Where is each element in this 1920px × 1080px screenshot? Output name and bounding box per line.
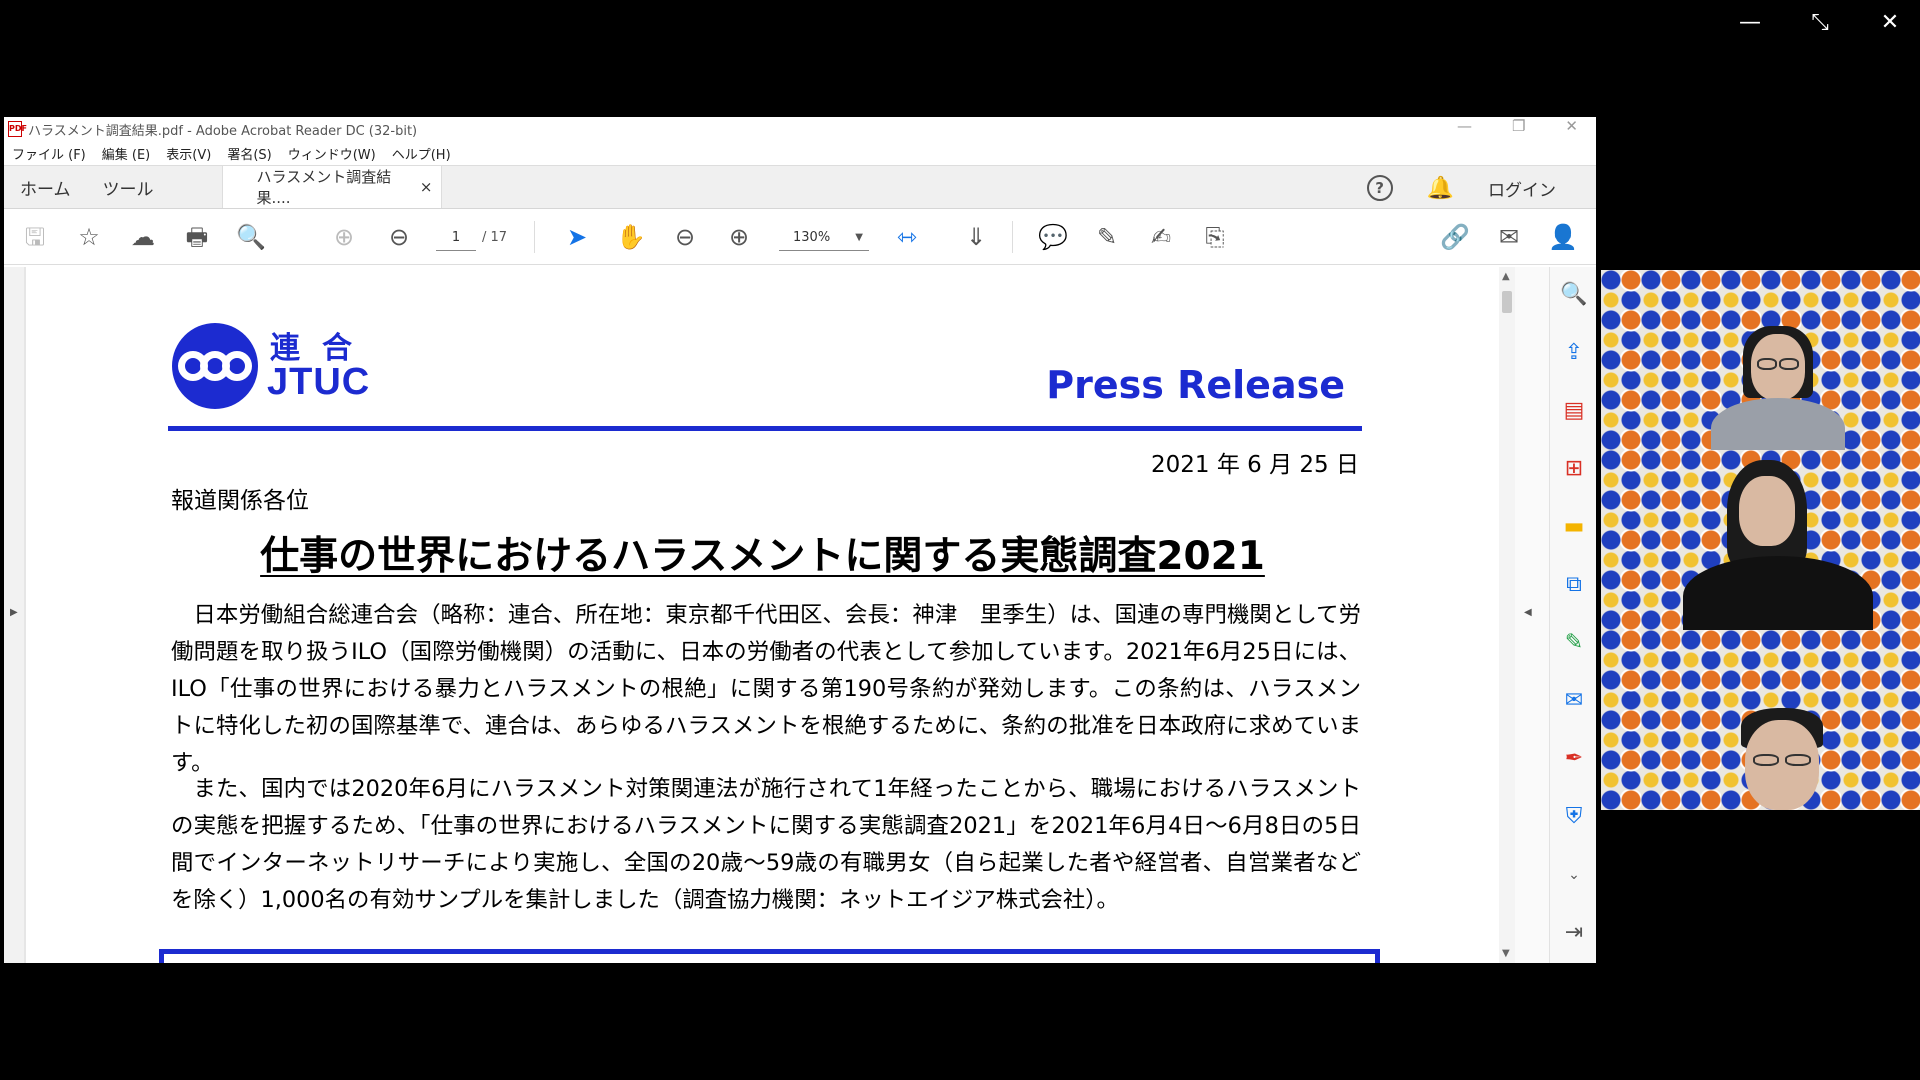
tab-document[interactable]: ハラスメント調査結果.... × [221, 166, 442, 208]
help-icon[interactable]: ? [1366, 175, 1393, 201]
chevron-down-icon: ▼ [855, 232, 863, 243]
find-zoom-icon[interactable]: 🔍 [236, 223, 266, 251]
right-tools-panel: 🔍 ⇪ ▤ ⊞ ▬ ⧉ ✎ ✉ ✒ ⛨ ⌄ ⇥ [1549, 267, 1596, 963]
menu-sign[interactable]: 署名(S) [227, 144, 271, 163]
send-sign-icon[interactable]: ✉ [1560, 687, 1588, 715]
screen: — ⤡ ✕ PDF ハラスメント調査結果.pdf - Adobe Acrobat… [0, 0, 1920, 1080]
create-pdf-icon[interactable]: ⊞ [1560, 455, 1588, 483]
press-release-label: Press Release [1046, 363, 1345, 407]
meeting-close-icon[interactable]: ✕ [1876, 10, 1904, 35]
toolbar: 🖫 ☆ ☁ 🖶 🔍 ⊕ ⊖ 1 / 17 ➤ ✋ ⊖ ⊕ 130% ▼ ⇿ ⇓ … [4, 209, 1596, 265]
document-area: ▶ 連合 JTUC Press Release 2021 年 6 月 25 日 … [4, 267, 1596, 963]
menu-view[interactable]: 表示(V) [166, 144, 211, 163]
logo-english-text: JTUC [267, 361, 371, 403]
scroll-up-icon[interactable]: ▲ [1502, 271, 1510, 282]
tab-close-icon[interactable]: × [420, 178, 433, 196]
panel-gap [1515, 267, 1549, 963]
zoom-search-icon[interactable]: 🔍 [1560, 281, 1588, 309]
tab-tools[interactable]: ツール [87, 166, 170, 208]
comment-icon[interactable]: 💬 [1038, 223, 1068, 251]
fill-sign-icon[interactable]: ✍ [1146, 223, 1176, 251]
tab-document-label: ハラスメント調査結果.... [256, 168, 392, 207]
menu-file[interactable]: ファイル (F) [12, 144, 86, 163]
zoom-in-icon[interactable]: ⊕ [724, 223, 754, 251]
window-title: ハラスメント調査結果.pdf - Adobe Acrobat Reader DC… [28, 123, 418, 139]
jtuc-logo-icon [172, 323, 258, 409]
combine-files-icon[interactable]: ⧉ [1560, 571, 1588, 599]
notification-bell-icon[interactable]: 🔔 [1427, 176, 1454, 201]
add-user-icon[interactable]: 👤 [1548, 223, 1578, 251]
tab-home[interactable]: ホーム [4, 166, 87, 208]
upload-cloud-icon[interactable]: ☁ [128, 223, 158, 251]
paragraph-1: 日本労働組合総連合会（略称：連合、所在地：東京都千代田区、会長：神津 里季生）は… [171, 602, 1361, 776]
meeting-window-controls: — ⤡ ✕ [1736, 10, 1904, 35]
menu-window[interactable]: ウィンドウ(W) [288, 144, 376, 163]
zoom-level-select[interactable]: 130% ▼ [779, 225, 869, 251]
next-page-icon[interactable]: ⊖ [384, 223, 414, 251]
comment-panel-icon[interactable]: ▬ [1560, 513, 1588, 541]
protect-shield-icon[interactable]: ⛨ [1560, 803, 1588, 831]
share-link-icon[interactable]: 🔗 [1440, 223, 1470, 251]
print-icon[interactable]: 🖶 [182, 223, 212, 251]
scroll-mode-icon[interactable]: ⇓ [961, 223, 991, 251]
title-bar: PDF ハラスメント調査結果.pdf - Adobe Acrobat Reade… [4, 117, 1596, 141]
menu-edit[interactable]: 編集 (E) [102, 144, 151, 163]
toolbar-separator [1012, 221, 1013, 253]
participant-video-tile[interactable] [1601, 450, 1920, 630]
pdf-file-icon: PDF [8, 121, 27, 137]
release-date: 2021 年 6 月 25 日 [1151, 452, 1359, 478]
highlight-pen-icon[interactable]: ✎ [1092, 223, 1122, 251]
fill-sign-panel-icon[interactable]: ✒ [1560, 745, 1588, 773]
scroll-thumb[interactable] [1502, 291, 1512, 313]
save-icon[interactable]: 🖫 [20, 223, 50, 251]
page-number-input[interactable]: 1 [436, 225, 476, 251]
bookmark-star-icon[interactable]: ☆ [74, 223, 104, 251]
collapse-panel-icon[interactable]: ⇥ [1560, 919, 1588, 947]
toolbar-separator [534, 221, 535, 253]
previous-page-icon[interactable]: ⊕ [329, 223, 359, 251]
header-divider [168, 426, 1362, 431]
more-tools-chevron-icon[interactable]: ⌄ [1560, 861, 1588, 889]
menu-bar: ファイル (F) 編集 (E) 表示(V) 署名(S) ウィンドウ(W) ヘルプ… [4, 141, 1596, 165]
meeting-exit-fullscreen-icon[interactable]: ⤡ [1806, 10, 1834, 35]
menu-help[interactable]: ヘルプ(H) [392, 144, 451, 163]
participant-video-tile[interactable] [1601, 270, 1920, 450]
pdf-page: 連合 JTUC Press Release 2021 年 6 月 25 日 報道… [26, 267, 1499, 963]
page-total: / 17 [482, 230, 508, 245]
left-panel-toggle[interactable]: ▶ [4, 267, 24, 963]
acrobat-window: PDF ハラスメント調査結果.pdf - Adobe Acrobat Reade… [4, 117, 1596, 963]
email-icon[interactable]: ✉ [1494, 223, 1524, 251]
document-headline: 仕事の世界におけるハラスメントに関する実態調査2021 [260, 534, 1265, 579]
video-gallery [1601, 270, 1920, 810]
window-minimize-button[interactable]: — [1457, 117, 1472, 135]
organize-pages-icon[interactable]: ▤ [1560, 397, 1588, 425]
meeting-minimize-icon[interactable]: — [1736, 10, 1764, 35]
addressee: 報道関係各位 [171, 488, 309, 514]
expand-left-icon: ▶ [10, 607, 18, 618]
export-pdf-icon[interactable]: ⇪ [1560, 339, 1588, 367]
window-close-button[interactable]: ✕ [1565, 117, 1578, 135]
summary-box-border [159, 949, 1380, 963]
login-button[interactable]: ログイン [1488, 176, 1556, 201]
hand-tool-icon[interactable]: ✋ [616, 223, 646, 251]
stamp-icon[interactable]: ⎘ [1200, 223, 1230, 251]
zoom-out-icon[interactable]: ⊖ [670, 223, 700, 251]
select-cursor-icon[interactable]: ➤ [562, 223, 592, 251]
participant-video-tile[interactable] [1601, 630, 1920, 810]
scroll-down-icon[interactable]: ▼ [1502, 948, 1510, 959]
page-fit-icon[interactable]: ⇿ [892, 223, 922, 251]
collapse-right-panel-icon[interactable]: ◀ [1524, 607, 1532, 618]
window-restore-button[interactable]: ❐ [1512, 117, 1525, 135]
zoom-level-value: 130% [793, 230, 831, 245]
vertical-scrollbar[interactable]: ▲ ▼ [1499, 267, 1515, 963]
paragraph-2: また、国内では2020年6月にハラスメント対策関連法が施行されて1年経ったことか… [171, 776, 1361, 913]
tab-bar: ホーム ツール ハラスメント調査結果.... × ? 🔔 ログイン [4, 165, 1596, 209]
edit-pdf-icon[interactable]: ✎ [1560, 629, 1588, 657]
